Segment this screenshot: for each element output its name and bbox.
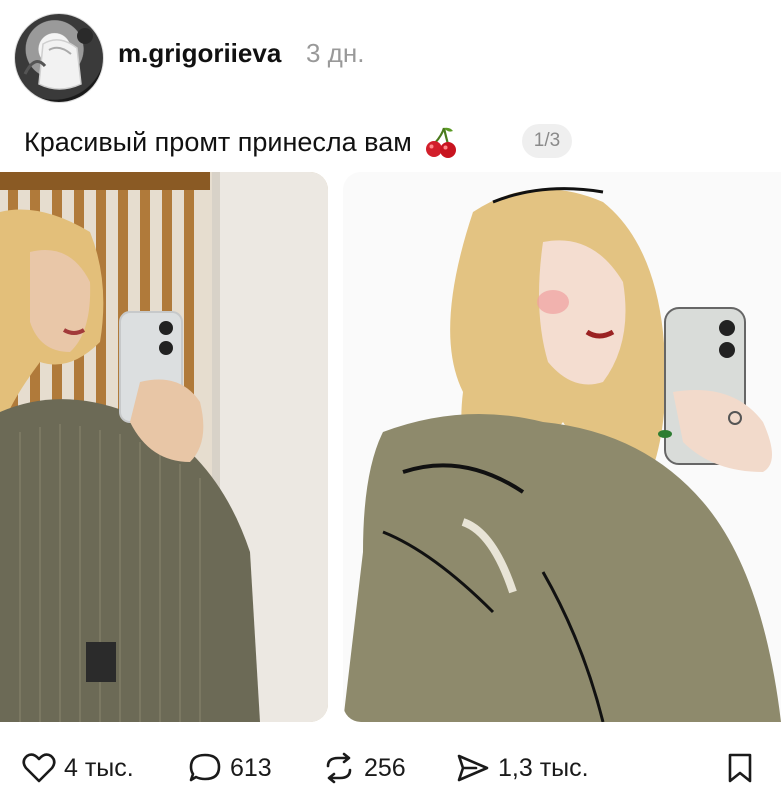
save-button[interactable]: [726, 752, 754, 784]
cherry-icon: [424, 125, 458, 159]
post-caption: Красивый промт принесла вам: [24, 122, 458, 162]
repost-button[interactable]: 256: [322, 752, 406, 784]
avatar[interactable]: [14, 13, 104, 103]
share-button[interactable]: 1,3 тыс.: [456, 752, 589, 784]
like-button[interactable]: 4 тыс.: [22, 752, 134, 784]
comment-count: 613: [230, 753, 272, 782]
bookmark-icon: [728, 753, 752, 783]
post-actions: 4 тыс. 613 256 1,3 тыс.: [0, 740, 781, 800]
like-count: 4 тыс.: [64, 753, 134, 782]
username-link[interactable]: m.grigoriieva: [118, 38, 281, 69]
caption-text: Красивый промт принесла вам: [24, 126, 412, 157]
share-count: 1,3 тыс.: [498, 753, 589, 782]
repost-icon: [326, 752, 352, 784]
media-counter: 1/3: [522, 124, 572, 158]
mirror-selfie-illustration[interactable]: [343, 172, 781, 722]
post-header: m.grigoriieva 3 дн.: [0, 0, 781, 110]
mirror-selfie-photo[interactable]: [0, 172, 328, 722]
repost-count: 256: [364, 753, 406, 782]
comment-icon: [189, 753, 221, 782]
comment-button[interactable]: 613: [188, 752, 272, 784]
send-icon: [457, 754, 489, 782]
heart-icon: [22, 753, 56, 783]
post-timestamp: 3 дн.: [306, 38, 365, 68]
